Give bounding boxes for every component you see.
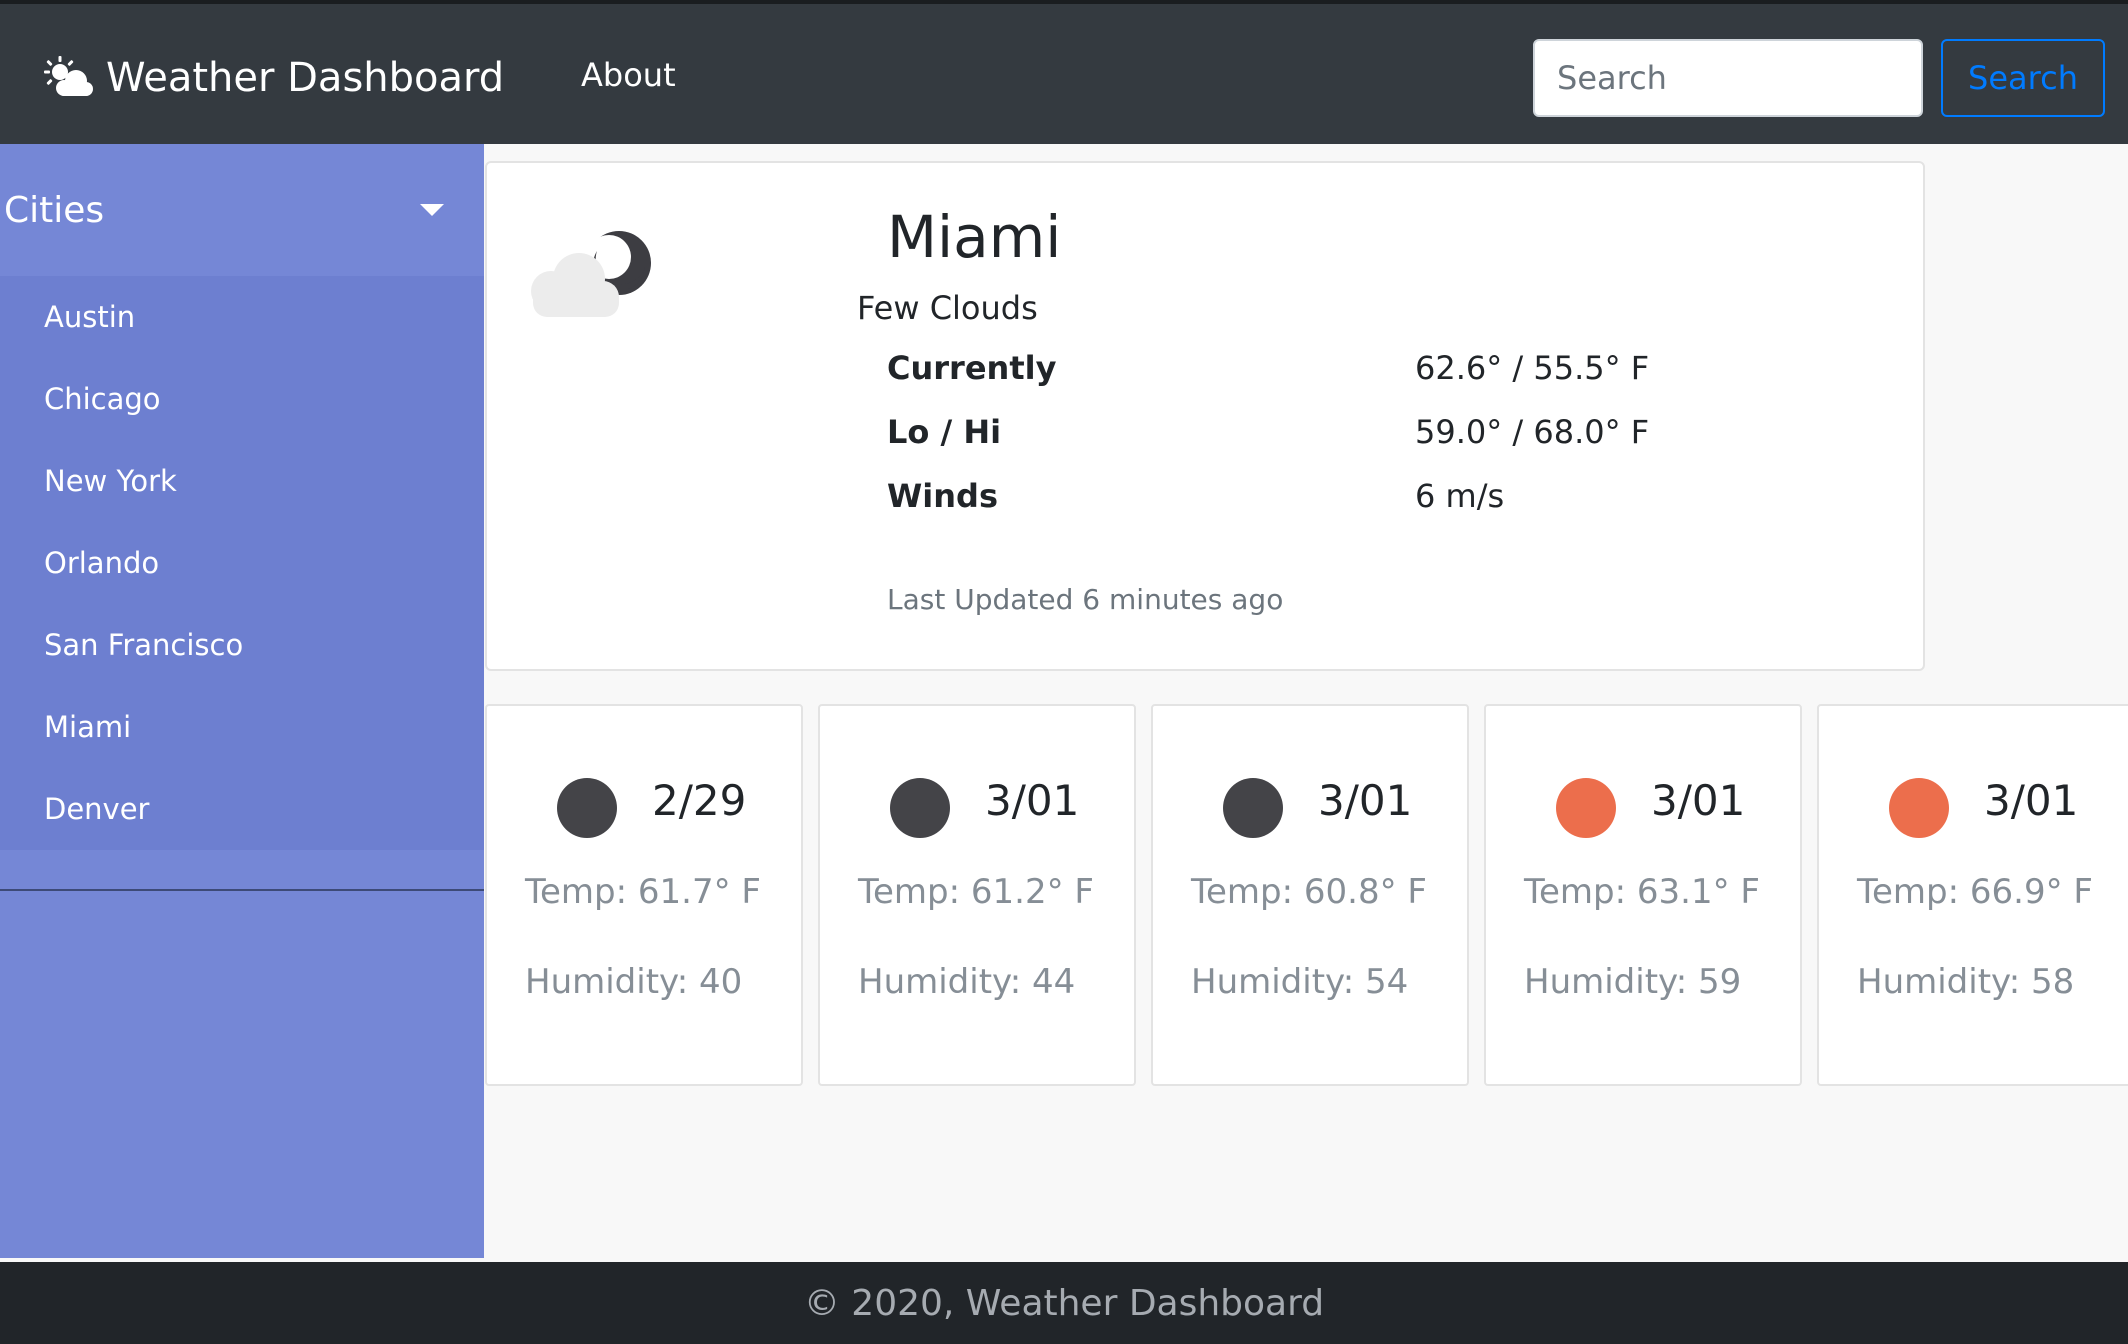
- forecast-humidity: Humidity: 54: [1191, 962, 1409, 1002]
- sidebar: Cities Austin Chicago New York Orlando S…: [0, 144, 484, 1258]
- forecast-temp: Temp: 60.8° F: [1191, 872, 1427, 912]
- forecast-date: 3/01: [985, 776, 1080, 825]
- brand-link[interactable]: Weather Dashboard: [40, 50, 504, 106]
- brand-title: Weather Dashboard: [106, 55, 505, 101]
- forecast-row: 2/29 Temp: 61.7° F Humidity: 40 3/01 Tem…: [485, 704, 2128, 1086]
- forecast-temp: Temp: 61.7° F: [525, 872, 761, 912]
- forecast-date: 3/01: [1318, 776, 1413, 825]
- forecast-humidity: Humidity: 44: [858, 962, 1076, 1002]
- cities-dropdown-toggle[interactable]: Cities: [0, 144, 484, 276]
- forecast-card: 3/01 Temp: 61.2° F Humidity: 44: [818, 704, 1136, 1086]
- stat-value-lo-hi: 59.0° / 68.0° F: [1415, 413, 1650, 451]
- city-name: Miami: [887, 203, 1062, 271]
- divider: [0, 889, 484, 891]
- caret-down-icon: [420, 204, 444, 216]
- night-dot-icon: [557, 778, 617, 838]
- stat-label-lo-hi: Lo / Hi: [887, 413, 1002, 451]
- stat-value-currently: 62.6° / 55.5° F: [1415, 349, 1650, 387]
- forecast-temp: Temp: 61.2° F: [858, 872, 1094, 912]
- forecast-card: 3/01 Temp: 60.8° F Humidity: 54: [1151, 704, 1469, 1086]
- search-button[interactable]: Search: [1941, 39, 2105, 117]
- city-item-new-york[interactable]: New York: [0, 440, 484, 522]
- forecast-date: 3/01: [1984, 776, 2079, 825]
- forecast-date: 2/29: [652, 776, 747, 825]
- forecast-date: 3/01: [1651, 776, 1746, 825]
- forecast-temp: Temp: 66.9° F: [1857, 872, 2093, 912]
- nav-link-about[interactable]: About: [581, 56, 676, 94]
- night-dot-icon: [890, 778, 950, 838]
- weather-condition: Few Clouds: [857, 289, 1038, 327]
- forecast-humidity: Humidity: 40: [525, 962, 743, 1002]
- city-item-austin[interactable]: Austin: [0, 276, 484, 358]
- forecast-temp: Temp: 63.1° F: [1524, 872, 1760, 912]
- top-navbar: Weather Dashboard About Search: [0, 0, 2128, 144]
- cities-header-label: Cities: [4, 189, 105, 231]
- sun-dot-icon: [1889, 778, 1949, 838]
- sun-cloud-icon: [44, 56, 93, 96]
- search-input[interactable]: [1533, 39, 1923, 117]
- footer-text: © 2020, Weather Dashboard: [803, 1282, 1325, 1324]
- sun-dot-icon: [1556, 778, 1616, 838]
- city-item-san-francisco[interactable]: San Francisco: [0, 604, 484, 686]
- forecast-card: 3/01 Temp: 66.9° F Humidity: 58: [1817, 704, 2128, 1086]
- forecast-card: 2/29 Temp: 61.7° F Humidity: 40: [485, 704, 803, 1086]
- footer: © 2020, Weather Dashboard: [0, 1262, 2128, 1344]
- current-weather-card: Miami Few Clouds Currently 62.6° / 55.5°…: [485, 161, 1925, 671]
- stat-label-winds: Winds: [887, 477, 998, 515]
- city-item-chicago[interactable]: Chicago: [0, 358, 484, 440]
- last-updated-text: Last Updated 6 minutes ago: [887, 583, 1284, 616]
- night-dot-icon: [1223, 778, 1283, 838]
- city-item-miami[interactable]: Miami: [0, 686, 484, 768]
- forecast-card: 3/01 Temp: 63.1° F Humidity: 59: [1484, 704, 1802, 1086]
- cloud-moon-icon: [531, 231, 651, 317]
- city-list: Austin Chicago New York Orlando San Fran…: [0, 276, 484, 850]
- city-item-denver[interactable]: Denver: [0, 768, 484, 850]
- stat-value-winds: 6 m/s: [1415, 477, 1505, 515]
- stat-label-currently: Currently: [887, 349, 1057, 387]
- forecast-humidity: Humidity: 58: [1857, 962, 2075, 1002]
- forecast-humidity: Humidity: 59: [1524, 962, 1742, 1002]
- city-item-orlando[interactable]: Orlando: [0, 522, 484, 604]
